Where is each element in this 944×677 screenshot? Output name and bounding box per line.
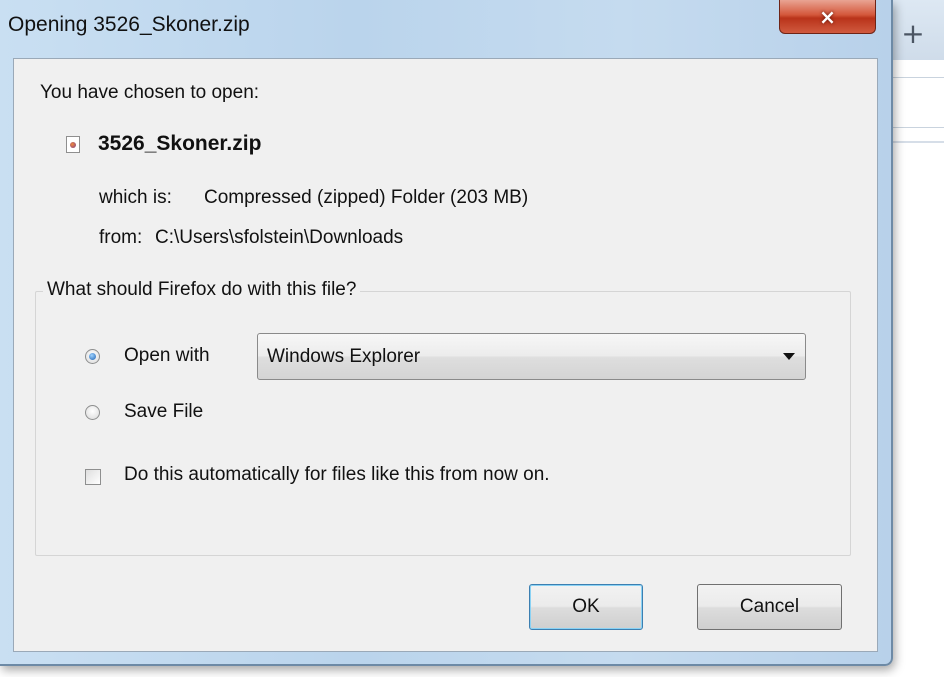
file-source-value: C:\Users\sfolstein\Downloads (155, 227, 404, 248)
close-button[interactable]: × (779, 0, 876, 34)
open-with-radio[interactable] (85, 349, 100, 364)
dialog-title: Opening 3526_Skoner.zip (8, 13, 250, 36)
file-name: 3526_Skoner.zip (98, 132, 262, 155)
action-groupbox (35, 291, 851, 556)
save-file-label[interactable]: Save File (124, 401, 203, 423)
cancel-button[interactable]: Cancel (697, 584, 842, 630)
close-icon: × (819, 4, 836, 29)
file-source-label: from: (99, 227, 143, 248)
open-with-app-value: Windows Explorer (267, 346, 421, 367)
save-file-radio[interactable] (85, 405, 100, 420)
file-type-value: Compressed (zipped) Folder (203 MB) (204, 187, 529, 208)
dialog-titlebar[interactable]: Opening 3526_Skoner.zip × (0, 0, 890, 58)
zip-file-icon (66, 136, 80, 153)
dialog-content: You have chosen to open: 3526_Skoner.zip… (13, 58, 878, 652)
chosen-to-open-label: You have chosen to open: (40, 82, 260, 103)
auto-action-checkbox[interactable] (85, 469, 101, 485)
new-tab-button[interactable]: + (893, 14, 933, 54)
auto-action-label[interactable]: Do this automatically for files like thi… (124, 464, 550, 486)
chevron-down-icon (783, 353, 795, 360)
open-with-app-select[interactable]: Windows Explorer (257, 333, 806, 380)
open-with-label[interactable]: Open with (124, 345, 210, 367)
file-type-label: which is: (99, 187, 172, 208)
download-dialog: Opening 3526_Skoner.zip × You have chose… (0, 0, 893, 666)
ok-button[interactable]: OK (529, 584, 643, 630)
action-question: What should Firefox do with this file? (43, 279, 361, 301)
